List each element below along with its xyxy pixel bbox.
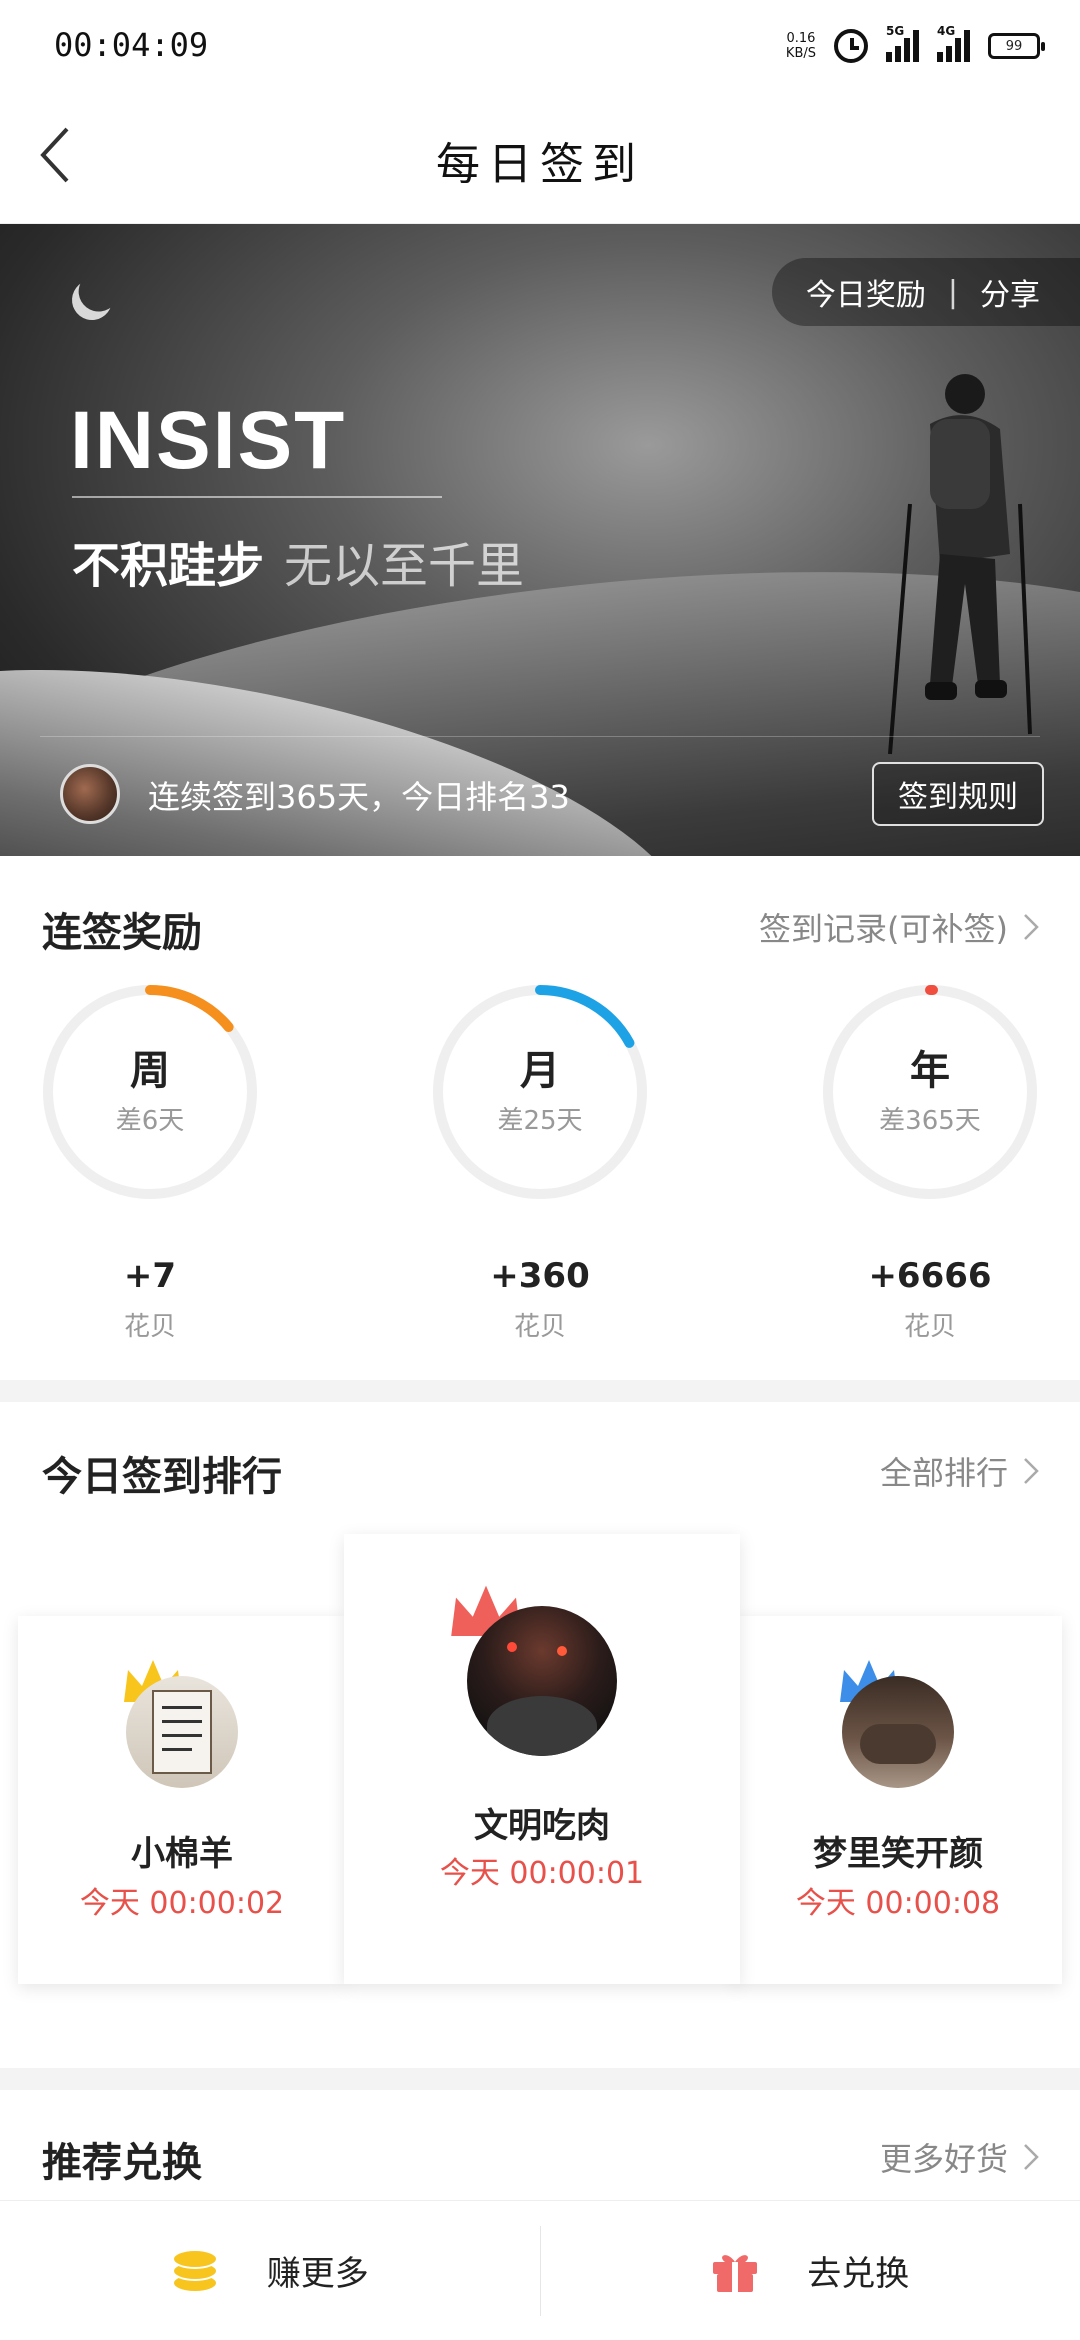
signal-5g-icon: 5G [886,24,919,62]
reward-remaining: 差6天 [115,1106,185,1136]
rank-user-name: 文明吃肉 [474,1806,610,1846]
page-title: 每日签到 [436,139,644,190]
checkin-record-link[interactable]: 签到记录(可补签) [759,904,1040,950]
avatar [126,1676,238,1788]
headline-underline [72,496,442,498]
moon-icon [65,273,120,328]
header: 每日签到 [0,92,1080,224]
share-link[interactable]: 分享 [980,270,1040,314]
rank-checkin-time: 今天 00:00:01 [439,1856,645,1891]
section-title-rewards: 连签奖励 [42,910,202,956]
checkin-record-label: 签到记录(可补签) [759,910,1008,948]
rank-checkin-time: 今天 00:00:02 [79,1886,285,1921]
chevron-right-icon [1024,914,1039,940]
net-speed: 0.16 KB/S [786,31,816,61]
status-bar: 00:04:09 0.16 KB/S 5G 4G 99 [0,0,1080,92]
today-ranking-section: 今日签到排行 全部排行 小棉羊 今天 00:00:02 文明吃肉 今天 00:0… [0,1402,1080,2068]
bottom-action-bar: 赚更多 去兑换 [0,2200,1080,2340]
chevron-right-icon [1024,2144,1039,2170]
checkin-rules-button[interactable]: 签到规则 [872,762,1044,826]
reward-remaining: 差365天 [879,1106,981,1136]
battery-level: 99 [1005,38,1023,54]
status-icons: 0.16 KB/S 5G 4G 99 [786,24,1045,68]
slogan-part2: 无以至千里 [284,538,525,594]
reward-ring-year: 年 差365天 [820,982,1040,1202]
net-speed-unit: KB/S [785,46,816,61]
reward-unit: 花贝 [513,1312,566,1342]
streak-rewards-section: 连签奖励 签到记录(可补签) 周 差6天 +7 花贝 月 差25天 +360 花… [0,856,1080,1380]
more-goods-label: 更多好货 [879,2140,1008,2178]
redeem-button[interactable]: 去兑换 [541,2201,1080,2340]
reward-unit: 花贝 [123,1312,176,1342]
reward-ring-week: 周 差6天 [40,982,260,1202]
banner-headline: INSIST [70,395,347,486]
all-ranking-label: 全部排行 [879,1454,1008,1492]
streak-text: 连续签到365天，今日排名33 [148,778,570,816]
section-title-recommend: 推荐兑换 [42,2140,202,2186]
rank-card-second[interactable]: 小棉羊 今天 00:00:02 [18,1616,346,1984]
signal-4g-icon: 4G [937,24,970,62]
net-speed-value: 0.16 [786,31,816,46]
status-time: 00:04:09 [54,26,209,64]
battery-icon: 99 [988,33,1045,59]
slogan-part1: 不积跬步 [72,538,265,594]
reward-period: 周 [130,1048,170,1094]
all-ranking-link[interactable]: 全部排行 [880,1448,1040,1494]
reward-amount: +7 [123,1256,177,1296]
rank-checkin-time: 今天 00:00:08 [795,1886,1001,1921]
avatar [842,1676,954,1788]
earn-more-label: 赚更多 [266,2254,369,2294]
reward-ring-month: 月 差25天 [430,982,650,1202]
more-goods-link[interactable]: 更多好货 [880,2134,1040,2180]
signal-5g-label: 5G [886,24,905,38]
recommend-section: 推荐兑换 更多好货 [0,2090,1080,2200]
avatar[interactable] [60,764,120,824]
banner-slogan: 不积跬步 无以至千里 [72,526,524,596]
hiker-illustration [888,374,1032,755]
pill-separator: | [947,274,958,310]
today-reward-link[interactable]: 今日奖励 [806,270,926,314]
rank-user-name: 梦里笑开颜 [813,1834,983,1874]
checkin-banner: 今日奖励 | 分享 INSIST 不积跬步 无以至千里 连续签到365天，今日排名… [0,224,1080,856]
avatar [467,1606,617,1756]
section-divider [0,1380,1080,1402]
signal-4g-label: 4G [937,24,956,38]
reward-amount: +360 [490,1256,590,1296]
banner-divider [40,736,1040,737]
reward-period: 月 [520,1048,560,1094]
chevron-right-icon [1024,1458,1039,1484]
coin-stack-icon [171,2248,218,2293]
rank-card-third[interactable]: 梦里笑开颜 今天 00:00:08 [734,1616,1062,1984]
alarm-icon [834,29,868,63]
reward-remaining: 差25天 [497,1106,583,1136]
reward-share-pill: 今日奖励 | 分享 [771,258,1080,326]
gift-icon [713,2254,758,2292]
rank-card-first[interactable]: 文明吃肉 今天 00:00:01 [344,1534,740,1984]
section-divider [0,2068,1080,2090]
earn-more-button[interactable]: 赚更多 [0,2201,540,2340]
rank-user-name: 小棉羊 [131,1834,233,1874]
reward-unit: 花贝 [903,1312,956,1342]
reward-amount: +6666 [868,1256,992,1296]
reward-period: 年 [910,1048,950,1094]
section-title-ranking: 今日签到排行 [42,1454,282,1500]
redeem-label: 去兑换 [807,2254,910,2294]
